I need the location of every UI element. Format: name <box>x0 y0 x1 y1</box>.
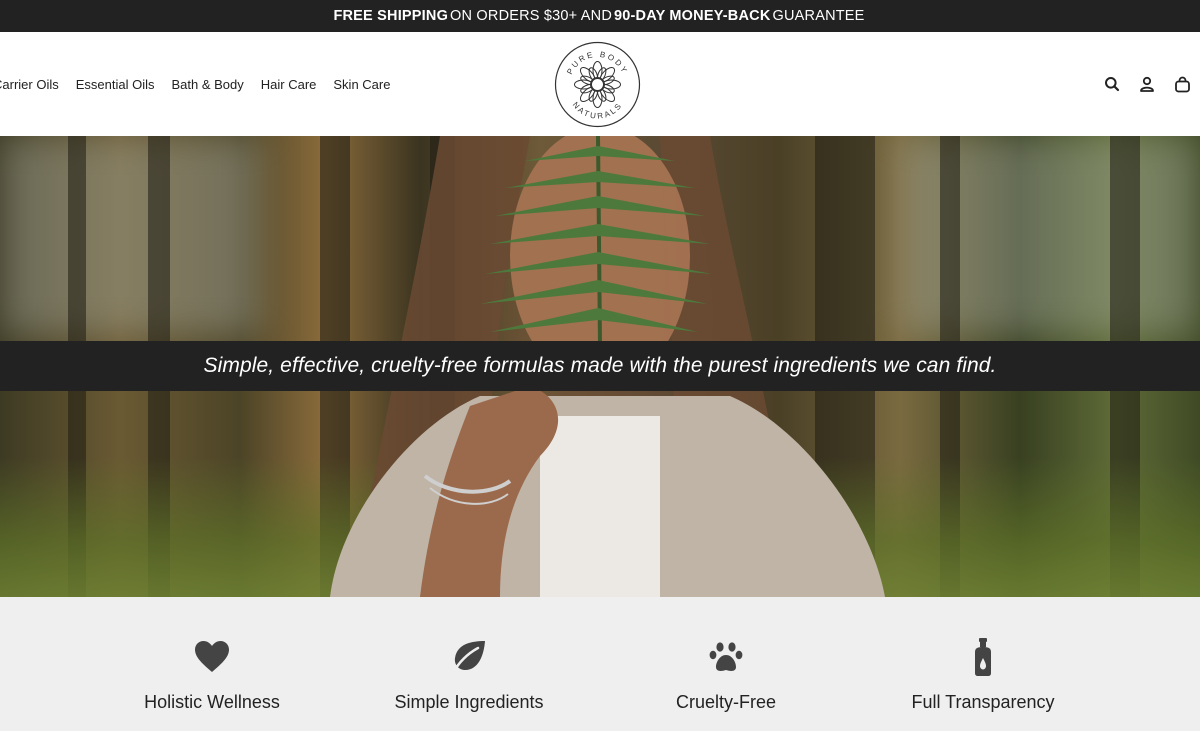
feature-holistic-wellness: Holistic Wellness <box>92 597 332 731</box>
nav-item-carrier-oils[interactable]: Carrier Oils <box>0 77 59 92</box>
main-nav: Carrier Oils Essential Oils Bath & Body … <box>0 32 407 136</box>
nav-item-bath-body[interactable]: Bath & Body <box>171 77 243 92</box>
feature-label: Holistic Wellness <box>144 692 280 712</box>
search-icon[interactable] <box>1102 74 1122 94</box>
feature-cruelty-free: Cruelty-Free <box>606 597 846 731</box>
announcement-money-back: 90-DAY MONEY-BACK <box>614 8 771 24</box>
account-icon[interactable] <box>1137 74 1157 94</box>
hero-tagline: Simple, effective, cruelty-free formulas… <box>0 341 1200 391</box>
announcement-bar: FREE SHIPPING ON ORDERS $30+ AND 90-DAY … <box>0 0 1200 32</box>
announcement-free-shipping: FREE SHIPPING <box>333 8 449 24</box>
announcement-orders-text: ON ORDERS $30+ AND <box>450 8 612 24</box>
paw-icon <box>706 637 746 677</box>
feature-label: Full Transparency <box>911 692 1055 712</box>
site-logo[interactable]: PURE BODY NATURALS <box>554 41 641 128</box>
feature-label: Simple Ingredients <box>394 692 544 712</box>
logo-emblem: PURE BODY NATURALS <box>554 41 641 128</box>
nav-item-skin-care[interactable]: Skin Care <box>333 77 390 92</box>
nav-item-essential-oils[interactable]: Essential Oils <box>76 77 155 92</box>
header-icons <box>1087 32 1192 136</box>
announcement-guarantee-text: GUARANTEE <box>772 8 865 24</box>
feature-label: Cruelty-Free <box>675 692 777 712</box>
bottle-icon <box>963 637 1003 677</box>
heart-icon <box>192 637 232 677</box>
feature-full-transparency: Full Transparency <box>863 597 1103 731</box>
leaf-icon <box>449 637 489 677</box>
nav-item-hair-care[interactable]: Hair Care <box>261 77 317 92</box>
site-header: Carrier Oils Essential Oils Bath & Body … <box>0 32 1200 136</box>
cart-icon[interactable] <box>1172 74 1192 94</box>
features-strip: Holistic Wellness Simple Ingredients Cru… <box>0 597 1200 731</box>
feature-simple-ingredients: Simple Ingredients <box>349 597 589 731</box>
hero-fog <box>0 136 260 336</box>
